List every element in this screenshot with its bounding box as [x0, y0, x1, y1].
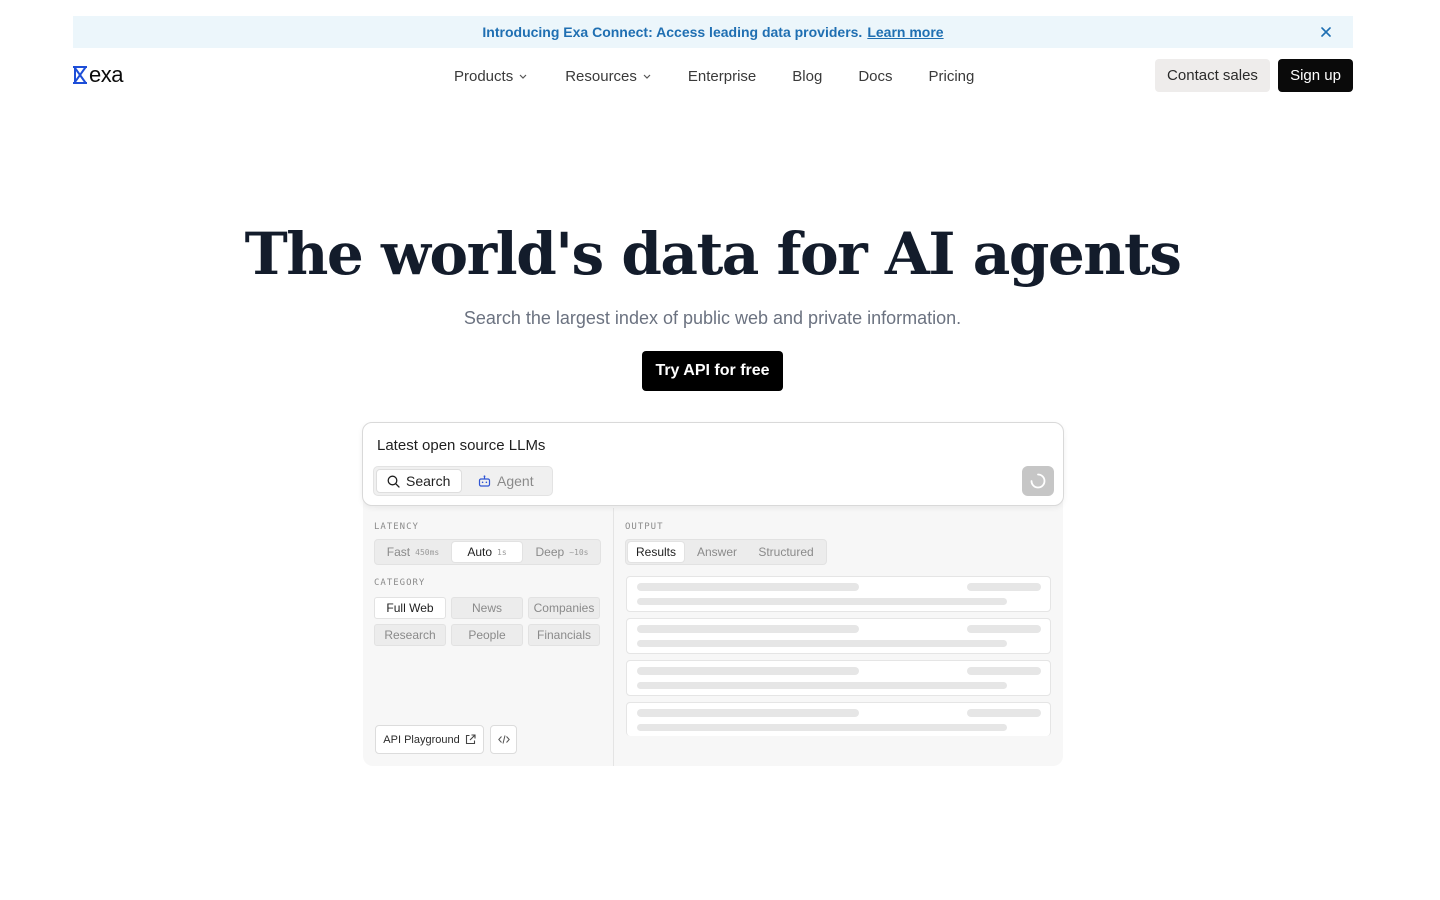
exa-logo-icon — [73, 66, 87, 84]
banner-message: Introducing Exa Connect: Access leading … — [482, 24, 863, 40]
banner-close-icon[interactable] — [1317, 23, 1335, 41]
latency-option-label: Auto — [467, 545, 493, 559]
latency-label: LATENCY — [374, 522, 419, 532]
tab-results[interactable]: Results — [628, 542, 684, 562]
announcement-banner: Introducing Exa Connect: Access leading … — [73, 16, 1353, 48]
category-people[interactable]: People — [451, 624, 523, 646]
search-icon — [387, 475, 400, 488]
result-skeleton-card — [626, 618, 1051, 654]
panel-divider — [613, 508, 614, 766]
category-research[interactable]: Research — [374, 624, 446, 646]
mode-toggle: Search Agent — [373, 466, 553, 496]
nav-item-resources[interactable]: Resources — [565, 68, 651, 85]
latency-option-deep[interactable]: Deep ~10s — [525, 542, 599, 562]
category-companies[interactable]: Companies — [528, 597, 600, 619]
tab-structured[interactable]: Structured — [750, 542, 822, 562]
nav-item-label: Resources — [565, 67, 637, 85]
nav-item-enterprise[interactable]: Enterprise — [688, 68, 756, 85]
submit-query-button[interactable] — [1022, 466, 1054, 496]
main-nav: Products Resources Enterprise Blog Docs … — [454, 64, 974, 88]
output-label: OUTPUT — [625, 522, 664, 532]
latency-option-auto[interactable]: Auto 1s — [452, 542, 522, 562]
robot-icon — [478, 475, 491, 487]
sign-up-button[interactable]: Sign up — [1278, 59, 1353, 92]
latency-option-fast[interactable]: Fast 450ms — [377, 542, 449, 562]
category-full-web[interactable]: Full Web — [374, 597, 446, 619]
result-skeleton-card — [626, 702, 1051, 736]
tab-answer[interactable]: Answer — [689, 542, 745, 562]
latency-option-time: 450ms — [415, 547, 440, 557]
search-mode-button[interactable]: Search — [376, 469, 462, 493]
result-skeleton-card — [626, 576, 1051, 612]
banner-learn-more-link[interactable]: Learn more — [867, 24, 943, 40]
latency-option-time: 1s — [497, 547, 507, 557]
nav-item-blog[interactable]: Blog — [792, 68, 822, 85]
latency-option-label: Fast — [386, 545, 411, 559]
api-playground-label: API Playground — [383, 733, 460, 746]
nav-item-products[interactable]: Products — [454, 68, 527, 85]
category-label: CATEGORY — [374, 578, 426, 588]
latency-option-time: ~10s — [569, 547, 589, 557]
hero-subtitle: Search the largest index of public web a… — [463, 308, 962, 328]
mode-label: Search — [406, 473, 451, 489]
nav-item-label: Products — [454, 67, 514, 85]
output-tabs: Results Answer Structured — [625, 539, 827, 565]
chevron-down-icon — [643, 74, 651, 79]
external-link-icon — [465, 734, 476, 745]
query-input[interactable]: Latest open source LLMs — [377, 437, 545, 454]
chevron-down-icon — [519, 74, 527, 79]
contact-sales-button[interactable]: Contact sales — [1155, 59, 1270, 92]
nav-item-docs[interactable]: Docs — [858, 68, 892, 85]
loading-spinner-icon — [1030, 473, 1046, 489]
result-skeleton-card — [626, 660, 1051, 696]
category-financials[interactable]: Financials — [528, 624, 600, 646]
nav-item-pricing[interactable]: Pricing — [929, 68, 975, 85]
mode-label: Agent — [497, 473, 534, 489]
view-code-button[interactable] — [490, 725, 517, 754]
latency-selector: Fast 450ms Auto 1s Deep ~10s — [374, 539, 601, 565]
api-playground-button[interactable]: API Playground — [375, 725, 484, 754]
query-box: Latest open source LLMs Search Agent — [362, 422, 1064, 506]
logo-wordmark: exa — [89, 62, 123, 87]
category-news[interactable]: News — [451, 597, 523, 619]
code-icon — [497, 735, 510, 744]
try-api-button[interactable]: Try API for free — [642, 351, 783, 391]
exa-logo[interactable]: exa — [73, 63, 123, 87]
latency-option-label: Deep — [535, 545, 565, 559]
hero-title: The world's data for AI agents — [244, 220, 1182, 288]
search-demo-widget: Latest open source LLMs Search Agent LAT… — [362, 422, 1064, 766]
agent-mode-button[interactable]: Agent — [478, 469, 534, 493]
